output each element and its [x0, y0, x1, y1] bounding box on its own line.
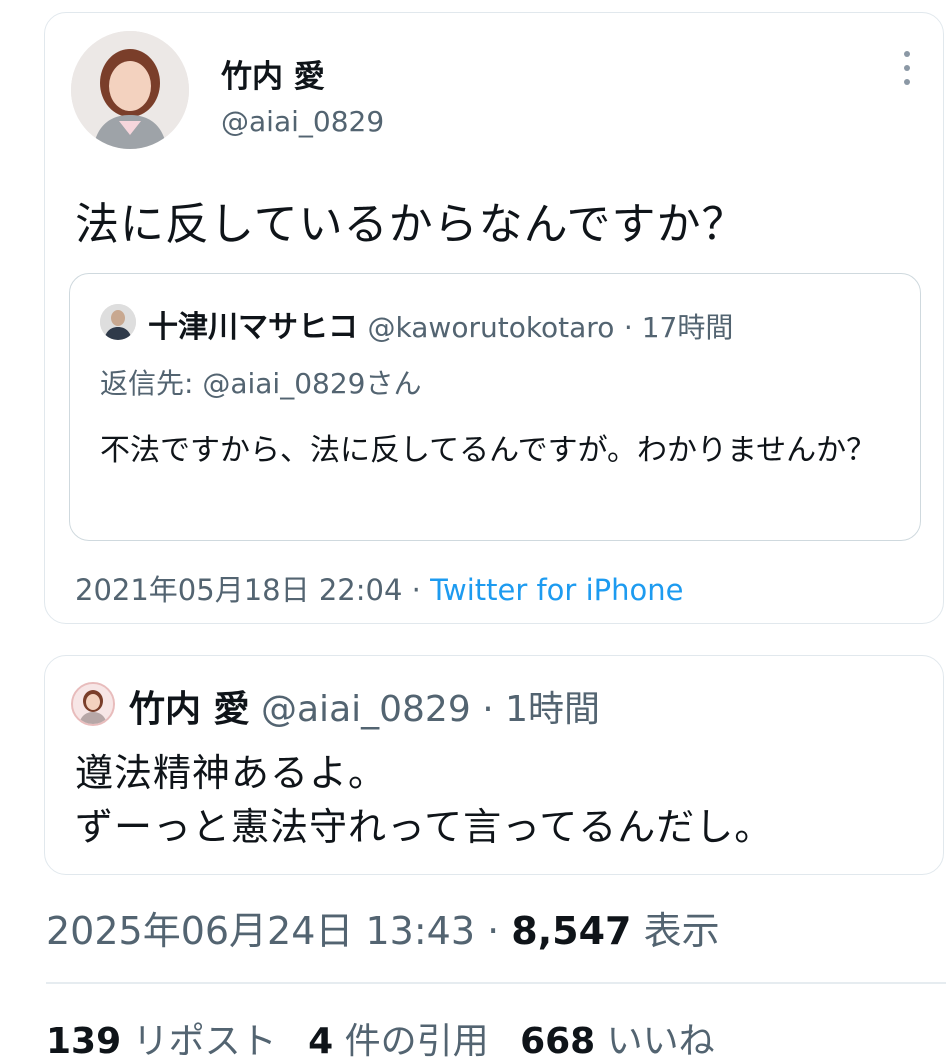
quote-header: 十津川マサヒコ @kaworutokotaro · 17時間 — [148, 302, 733, 346]
like-label: いいね — [606, 1021, 715, 1061]
quote-author-avatar[interactable] — [100, 304, 136, 340]
divider — [46, 982, 946, 984]
tweet-timestamp[interactable]: 2025年06月24日 13:43 · — [46, 909, 499, 953]
reply-text-line-2: ずーっと憲法守れって言ってるんだし。 — [75, 805, 774, 849]
quote-stat[interactable]: 4 件の引用 — [308, 1021, 489, 1061]
quote-reply-to[interactable]: 返信先: @aiai_0829さん — [100, 362, 421, 402]
author-name[interactable]: 竹内 愛 — [221, 51, 325, 96]
repost-stat[interactable]: 139 リポスト — [46, 1021, 277, 1061]
author-handle[interactable]: @aiai_0829 — [221, 105, 384, 138]
quote-text: 不法ですから、法に反してるんですが。わかりませんか？ — [100, 433, 877, 468]
engagement-stats: 139 リポスト 4 件の引用 668 いいね — [46, 1012, 735, 1061]
like-count: 668 — [520, 1021, 596, 1061]
reply-author-name[interactable]: 竹内 愛 — [129, 689, 250, 730]
reply-text-line-1: 遵法精神あるよ。 — [75, 751, 388, 795]
quote-count: 4 — [308, 1021, 334, 1061]
author-avatar[interactable] — [71, 31, 189, 149]
quote-label: 件の引用 — [344, 1021, 489, 1061]
source-link[interactable]: Twitter for iPhone — [430, 573, 683, 607]
view-count: 8,547 — [511, 909, 632, 953]
like-stat[interactable]: 668 いいね — [520, 1021, 715, 1061]
reply-header: 竹内 愛 @aiai_0829 · 1時間 — [129, 680, 600, 732]
reply-time: · 1時間 — [482, 689, 600, 730]
reply-author-handle[interactable]: @aiai_0829 — [261, 689, 471, 730]
embedded-tweet-meta: 2021年05月18日 22:04 · Twitter for iPhone — [75, 567, 683, 609]
repost-count: 139 — [46, 1021, 122, 1061]
reply-tweet-card[interactable]: 竹内 愛 @aiai_0829 · 1時間 遵法精神あるよ。 ずーっと憲法守れっ… — [44, 655, 944, 875]
reply-author-avatar[interactable] — [71, 682, 115, 726]
repost-label: リポスト — [132, 1021, 277, 1061]
embedded-tweet-card: 竹内 愛 @aiai_0829 法に反しているからなんですか？ 十津川マサヒコ … — [44, 12, 944, 624]
quote-author-name[interactable]: 十津川マサヒコ — [148, 310, 358, 345]
more-vertical-icon[interactable] — [901, 51, 913, 85]
quoted-tweet[interactable]: 十津川マサヒコ @kaworutokotaro · 17時間 返信先: @aia… — [69, 273, 921, 541]
tweet-meta: 2025年06月24日 13:43 · 8,547 表示 — [46, 900, 720, 955]
quote-time: · 17時間 — [623, 311, 734, 344]
view-label: 表示 — [643, 909, 720, 953]
quote-author-handle[interactable]: @kaworutokotaro — [368, 311, 615, 344]
reply-text: 遵法精神あるよ。 ずーっと憲法守れって言ってるんだし。 — [75, 746, 773, 854]
tweet-text: 法に反しているからなんですか？ — [75, 199, 747, 250]
embedded-timestamp: 2021年05月18日 22:04 · — [75, 573, 421, 607]
